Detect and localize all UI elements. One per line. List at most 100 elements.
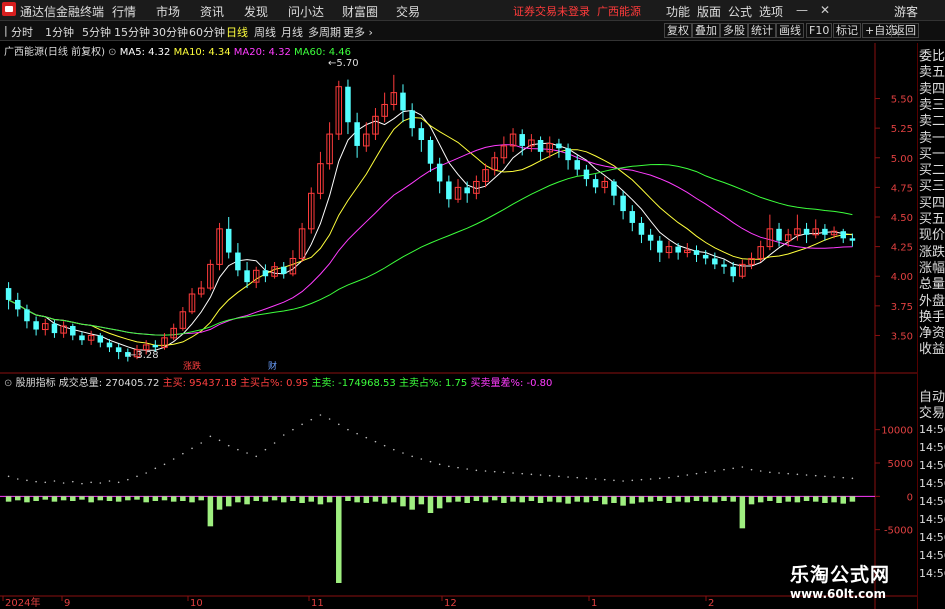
side-auto-trade-1[interactable]: 交易 (919, 402, 945, 421)
volume-bar (280, 496, 287, 503)
mark-button[interactable]: 标记 (833, 23, 861, 38)
volume-dot (539, 474, 542, 476)
side-time-6: 14:56 (919, 531, 945, 544)
volume-bar (519, 496, 525, 503)
volume-bar (427, 496, 434, 513)
volume-bar (161, 496, 168, 501)
volume-bar (436, 496, 443, 509)
candle-body (675, 246, 681, 253)
tab-period-15min[interactable]: 15分钟 (114, 24, 150, 40)
volume-bar (180, 496, 186, 501)
menu-function[interactable]: 功能 (666, 3, 690, 20)
volume-dot (576, 476, 579, 479)
volume-bar (60, 496, 67, 501)
candle-body (565, 148, 571, 161)
chevron-right-icon: › (368, 26, 373, 39)
candle-body (776, 228, 782, 241)
menu-layout[interactable]: 版面 (697, 3, 721, 20)
menu-ask[interactable]: 问小达 (288, 3, 324, 20)
overlay-button[interactable]: 叠加 (692, 23, 720, 38)
buy-sell-diff-label: 买卖量差%: -0.80 (470, 378, 553, 389)
volume-bar (657, 496, 663, 501)
candle-body (280, 266, 287, 274)
login-status[interactable]: 证券交易未登录 广西能源 (513, 3, 641, 19)
candle-body (70, 325, 76, 336)
volume-bar (702, 496, 709, 502)
tab-period-multi[interactable]: 多周期 (308, 24, 341, 40)
volume-bar (501, 496, 507, 503)
settings-icon[interactable]: ⊙ (108, 47, 116, 58)
volume-dot (420, 458, 423, 460)
candle-body (657, 240, 663, 253)
statistics-button[interactable]: 统计 (748, 23, 776, 38)
volume-dot (796, 473, 799, 476)
tab-period-30min[interactable]: 30分钟 (152, 24, 188, 40)
tab-period-more[interactable]: 更多 › (343, 24, 373, 40)
volume-dot (668, 476, 670, 479)
volume-bar (620, 496, 626, 506)
tab-period-monthly[interactable]: 月线 (281, 24, 303, 40)
candle-body (629, 211, 636, 223)
volume-dot (200, 442, 202, 444)
guest-label[interactable]: 游客 (894, 3, 918, 20)
candle-body (106, 342, 113, 348)
volume-dot (503, 471, 505, 474)
candle-body (33, 321, 39, 330)
menu-market[interactable]: 行情 (112, 3, 136, 20)
settings-icon[interactable]: ⊙ (4, 378, 12, 389)
menu-discover[interactable]: 发现 (244, 3, 268, 20)
volume-bar (125, 496, 131, 501)
candle-body (849, 238, 856, 241)
menu-news[interactable]: 资讯 (200, 3, 224, 20)
volume-dot (787, 472, 790, 475)
adjust-button[interactable]: 复权 (664, 23, 692, 38)
f10-button[interactable]: F10 (806, 23, 833, 38)
tab-period[interactable]: | (4, 24, 8, 37)
price-tick-label: 5.25 (891, 124, 913, 135)
volume-dot (521, 472, 524, 475)
volume-bar (602, 496, 608, 505)
tab-period-1min[interactable]: 1分钟 (45, 24, 74, 40)
volume-bar (849, 496, 856, 502)
tab-period-daily[interactable]: 日线 (226, 24, 248, 40)
candle-body (702, 254, 709, 259)
tab-period-weekly[interactable]: 周线 (254, 24, 276, 40)
menu-options[interactable]: 选项 (759, 3, 783, 20)
event-label-finance[interactable]: 财 (268, 359, 277, 372)
menu-trade[interactable]: 交易 (396, 3, 420, 20)
volume-dot (218, 439, 221, 442)
minimize-icon[interactable]: — (796, 3, 808, 17)
volume-dot (585, 477, 588, 480)
volume-bar (253, 496, 259, 501)
menu-wealth-circle[interactable]: 财富圈 (342, 3, 378, 20)
volume-tick-label: 10000 (881, 426, 913, 437)
volume-dot (814, 474, 817, 477)
multi-stock-button[interactable]: 多股 (720, 23, 748, 38)
menu-formula[interactable]: 公式 (728, 3, 752, 20)
volume-dot (182, 452, 184, 455)
volume-bar (400, 496, 406, 507)
kline-chart[interactable]: 5.50 5.25 5.00 4.75 4.50 4.25 4.00 3.75 3.50 1000… (0, 43, 917, 609)
back-button[interactable]: 返回 (891, 23, 919, 38)
menu-markets[interactable]: 市场 (156, 3, 180, 20)
volume-bar (510, 496, 516, 502)
volume-dot (594, 478, 597, 480)
volume-bar (647, 496, 654, 502)
volume-dot (778, 472, 780, 474)
volume-bar (473, 496, 480, 501)
tab-period-60min[interactable]: 60分钟 (189, 24, 225, 40)
volume-bar (363, 496, 370, 503)
draw-line-button[interactable]: 画线 (776, 23, 804, 38)
tab-period-5min[interactable]: 5分钟 (82, 24, 111, 40)
volume-dot (833, 476, 835, 478)
tab-period-intraday[interactable]: 分时 (11, 24, 33, 40)
main-sell-label: 主卖: -174968.53 (311, 378, 396, 389)
event-label-updown[interactable]: 涨跌 (183, 359, 201, 372)
volume-bar (767, 496, 773, 501)
volume-dot (301, 423, 303, 426)
close-icon[interactable]: ✕ (820, 3, 830, 17)
volume-bar (198, 496, 204, 501)
volume-dot (677, 475, 679, 478)
volume-bar (207, 496, 214, 527)
volume-bar (391, 496, 397, 503)
